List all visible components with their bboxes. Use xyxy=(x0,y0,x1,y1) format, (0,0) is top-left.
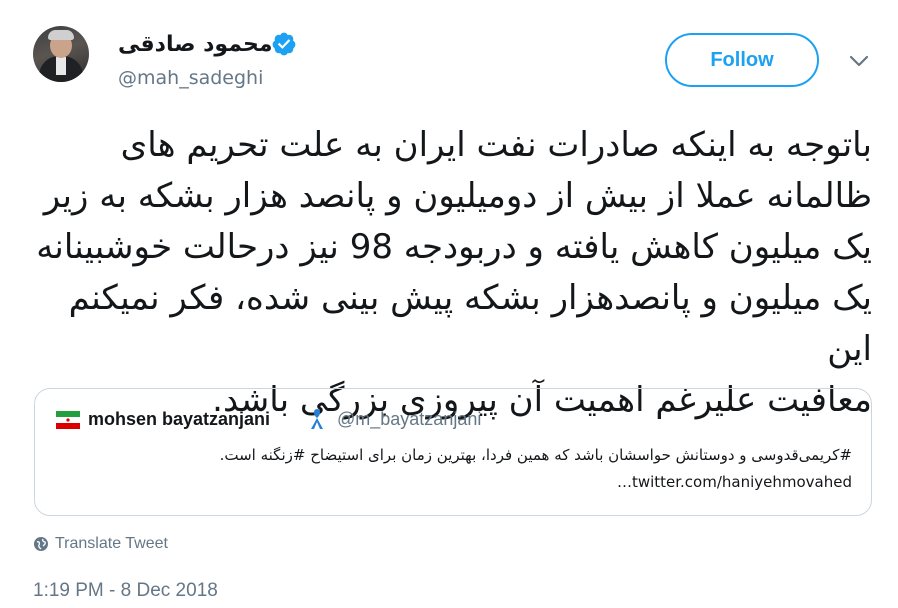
globe-icon xyxy=(34,537,48,551)
author-avatar[interactable] xyxy=(33,26,89,82)
iran-flag-icon xyxy=(56,411,80,429)
tweet-text: باتوجه به اینکه صادرات نفت ایران به علت … xyxy=(36,125,872,420)
quoted-author-name: mohsen bayatzanjani xyxy=(88,409,271,429)
chevron-down-icon[interactable] xyxy=(848,54,870,68)
author-display-name[interactable]: محمود صادقی xyxy=(118,30,272,60)
follow-button[interactable]: Follow xyxy=(665,33,819,87)
blue-ribbon-icon xyxy=(311,409,323,429)
quoted-tweet-text: #کریمی‌قدوسی و دوستانش حواسشان باشد که ه… xyxy=(219,446,852,491)
tweet-timestamp[interactable]: 1:19 PM - 8 Dec 2018 xyxy=(33,580,218,602)
translate-tweet-link[interactable]: Translate Tweet xyxy=(33,535,168,553)
quoted-tweet-card[interactable]: mohsen bayatzanjani @m_bayatzanjani #کری… xyxy=(34,388,872,516)
verified-badge-icon xyxy=(272,32,296,56)
author-handle[interactable]: @mah_sadeghi xyxy=(118,66,263,90)
translate-tweet-label[interactable]: Translate Tweet xyxy=(55,535,168,553)
quoted-author-handle: @m_bayatzanjani xyxy=(337,409,482,429)
